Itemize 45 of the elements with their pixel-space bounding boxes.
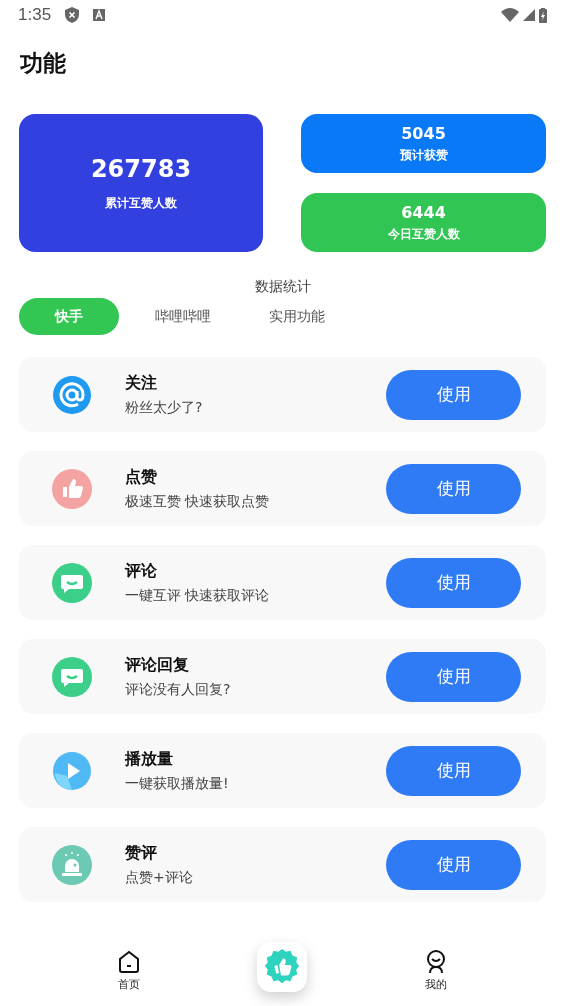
tab[interactable]: 快手 (19, 298, 119, 335)
use-button[interactable]: 使用 (386, 557, 521, 608)
nav-item[interactable]: 我的 (405, 949, 466, 993)
feature-subtitle: 评论没有人回复? (125, 680, 232, 699)
signal-icon (523, 9, 535, 21)
center-nav-button[interactable] (257, 942, 308, 992)
font-icon (93, 9, 106, 21)
feature-subtitle: 一键互评 快速获取评论 (125, 586, 271, 605)
use-button[interactable]: 使用 (386, 651, 521, 702)
feature-subtitle: 点赞+评论 (125, 868, 194, 887)
feature-subtitle: 极速互赞 快速获取点赞 (125, 492, 271, 511)
at-sign-icon (52, 374, 92, 415)
stat-value: 267783 (90, 154, 192, 183)
stat-label: 累计互赞人数 (105, 194, 177, 212)
tab[interactable]: 实用功能 (247, 298, 347, 335)
chat-bubble-icon (52, 562, 92, 603)
battery-icon (539, 7, 547, 23)
feature-subtitle: 粉丝太少了? (125, 398, 204, 417)
chat-bubble-icon (52, 656, 92, 697)
use-button[interactable]: 使用 (386, 369, 521, 420)
use-button[interactable]: 使用 (386, 745, 521, 796)
feature-title: 评论回复 (125, 654, 190, 676)
use-button[interactable]: 使用 (386, 839, 521, 890)
nav-item[interactable]: 首页 (99, 949, 160, 993)
use-button[interactable]: 使用 (386, 463, 521, 514)
home-icon (117, 950, 142, 974)
shield-icon (65, 7, 80, 23)
feature-title: 点赞 (125, 466, 158, 488)
stat-value: 6444 (401, 202, 446, 222)
wifi-icon (501, 8, 519, 22)
status-time: 1:35 (18, 5, 52, 25)
thumbs-up-icon (52, 468, 92, 509)
alarm-light-icon (52, 844, 92, 885)
tab[interactable]: 哔哩哔哩 (133, 298, 233, 335)
feature-title: 赞评 (125, 842, 158, 864)
feature-title: 关注 (125, 372, 158, 394)
feature-title: 评论 (125, 560, 158, 582)
stat-label: 预计获赞 (399, 146, 448, 164)
play-icon (52, 750, 92, 791)
feature-subtitle: 一键获取播放量! (125, 774, 230, 793)
feature-title: 播放量 (125, 748, 174, 770)
page-title: 功能 (20, 49, 67, 78)
stat-label: 今日互赞人数 (387, 225, 460, 243)
section-title: 数据统计 (254, 278, 311, 294)
stat-value: 5045 (401, 123, 446, 143)
